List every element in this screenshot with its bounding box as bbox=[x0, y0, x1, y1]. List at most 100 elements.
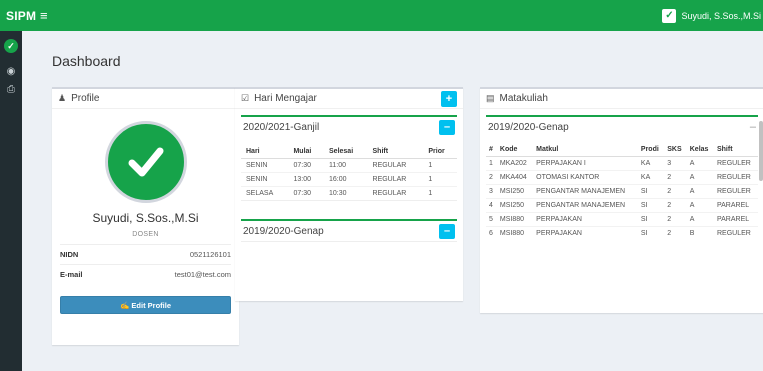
cell: 4 bbox=[486, 198, 497, 213]
cell: SI bbox=[637, 226, 665, 240]
col-header: Shift bbox=[367, 145, 424, 159]
edit-profile-button[interactable]: ✍ Edit Profile bbox=[60, 296, 231, 314]
table-row: 1 MKA202 PERPAJAKAN I KA 3 A REGULER bbox=[486, 156, 758, 171]
hari-box-title: Hari Mengajar bbox=[254, 93, 317, 104]
cell: 3 bbox=[486, 184, 497, 199]
print-icon[interactable]: ⎙ bbox=[0, 81, 22, 99]
col-header: Kode bbox=[496, 143, 534, 157]
cell: 2 bbox=[664, 184, 687, 199]
cell: REGULER bbox=[713, 184, 758, 199]
cell: 2 bbox=[664, 198, 687, 213]
cell: 10:30 bbox=[324, 186, 368, 200]
user-name: Suyudi, S.Sos.,M.Si bbox=[681, 10, 761, 21]
collapse-button[interactable]: – bbox=[439, 119, 455, 135]
cell: REGULAR bbox=[367, 172, 424, 187]
cell: SENIN bbox=[241, 172, 289, 187]
user-check-icon: ✓ bbox=[662, 8, 677, 23]
avatar bbox=[104, 121, 187, 203]
cell: SI bbox=[637, 212, 665, 227]
profile-box-title: Profile bbox=[71, 93, 100, 104]
cell: A bbox=[686, 170, 714, 185]
cell: B bbox=[686, 226, 714, 240]
user-icon: ♟ bbox=[58, 93, 67, 103]
cell: MKA202 bbox=[496, 156, 534, 171]
add-schedule-button[interactable]: + bbox=[441, 90, 457, 107]
collapse-button[interactable]: – bbox=[750, 121, 756, 133]
cell: SI bbox=[637, 198, 665, 213]
cell: MKA404 bbox=[496, 170, 534, 185]
profile-box-header: ♟ Profile bbox=[52, 89, 239, 109]
col-header: Hari bbox=[241, 145, 289, 159]
table-row: SENIN 13:00 16:00 REGULAR 1 bbox=[241, 172, 457, 187]
nidn-row: NIDN 0521126101 bbox=[60, 244, 231, 264]
hari-mengajar-box: ☑ Hari Mengajar + 2020/2021-Ganjil – Har… bbox=[235, 87, 463, 301]
page-title: Dashboard bbox=[52, 53, 121, 69]
col-header: Prodi bbox=[637, 143, 665, 157]
hari-box-header: ☑ Hari Mengajar + bbox=[235, 89, 463, 109]
schedule-table: Hari Mulai Selesai Shift Prior SENIN 07:… bbox=[241, 145, 457, 200]
matakuliah-box: ▤ Matakuliah 2019/2020-Genap – # Kode Ma… bbox=[480, 87, 763, 313]
collapse-button[interactable]: – bbox=[439, 223, 455, 239]
cell: 16:00 bbox=[324, 172, 368, 187]
col-header: Kelas bbox=[686, 143, 714, 157]
cell: 1 bbox=[486, 156, 497, 171]
cell: PERPAJAKAN bbox=[533, 212, 638, 227]
menu-toggle-icon[interactable]: ≡ bbox=[40, 8, 48, 23]
brand-logo[interactable]: SIPM bbox=[0, 9, 36, 23]
cell: 13:00 bbox=[288, 172, 325, 187]
user-menu[interactable]: ✓ Suyudi, S.Sos.,M.Si bbox=[662, 0, 763, 31]
top-navbar: SIPM ≡ ✓ Suyudi, S.Sos.,M.Si bbox=[0, 0, 763, 31]
table-row: SENIN 07:30 11:00 REGULAR 1 bbox=[241, 158, 457, 173]
col-header: Mulai bbox=[288, 145, 325, 159]
cell: 1 bbox=[423, 158, 457, 173]
cell: PARAREL bbox=[713, 212, 758, 227]
table-row: 3 MSI250 PENGANTAR MANAJEMEN SI 2 A REGU… bbox=[486, 184, 758, 199]
dashboard-icon[interactable]: ◉ bbox=[0, 63, 22, 81]
cell: SI bbox=[637, 184, 665, 199]
cell: REGULER bbox=[713, 156, 758, 171]
main-content: Dashboard ♟ Profile Suyudi, S.Sos.,M.Si … bbox=[22, 31, 763, 371]
cell: 11:00 bbox=[324, 158, 368, 173]
cell: A bbox=[686, 184, 714, 199]
cell: KA bbox=[637, 156, 665, 171]
table-row: 4 MSI250 PENGANTAR MANAJEMEN SI 2 A PARA… bbox=[486, 198, 758, 213]
check-icon: ✓ bbox=[4, 39, 18, 53]
sidebar: ✓ ◉ ⎙ bbox=[0, 31, 22, 371]
cell: SENIN bbox=[241, 158, 289, 173]
cell: 2 bbox=[664, 212, 687, 227]
scrollbar[interactable] bbox=[759, 121, 763, 181]
matakuliah-table: # Kode Matkul Prodi SKS Kelas Shift 1 MK… bbox=[486, 143, 758, 240]
col-header: SKS bbox=[664, 143, 687, 157]
mk-box-title: Matakuliah bbox=[499, 93, 548, 104]
cell: 2 bbox=[664, 170, 687, 185]
cell: PARAREL bbox=[713, 198, 758, 213]
col-header: Selesai bbox=[324, 145, 368, 159]
cell: 5 bbox=[486, 212, 497, 227]
col-header: Matkul bbox=[533, 143, 638, 157]
cell: 1 bbox=[423, 172, 457, 187]
profile-name: Suyudi, S.Sos.,M.Si bbox=[92, 211, 199, 225]
table-row: SELASA 07:30 10:30 REGULAR 1 bbox=[241, 186, 457, 200]
cell: MSI250 bbox=[496, 198, 534, 213]
cell: A bbox=[686, 156, 714, 171]
email-label: E-mail bbox=[60, 270, 83, 279]
table-row: 6 MSI880 PERPAJAKAN SI 2 B REGULER bbox=[486, 226, 758, 240]
table-row: 2 MKA404 OTOMASI KANTOR KA 2 A REGULER bbox=[486, 170, 758, 185]
cell: REGULER bbox=[713, 226, 758, 240]
cell: MSI880 bbox=[496, 226, 534, 240]
cell: MSI880 bbox=[496, 212, 534, 227]
cell: KA bbox=[637, 170, 665, 185]
cell: REGULER bbox=[713, 170, 758, 185]
profile-role: DOSEN bbox=[132, 231, 159, 238]
list-icon: ▤ bbox=[486, 93, 495, 103]
col-header: Shift bbox=[713, 143, 758, 157]
cell: MSI250 bbox=[496, 184, 534, 199]
cell: 07:30 bbox=[288, 186, 325, 200]
period-box-2: 2019/2020-Genap – bbox=[241, 219, 457, 242]
cell: REGULAR bbox=[367, 186, 424, 200]
period-title: 2020/2021-Ganjil bbox=[243, 121, 320, 133]
cell: 2 bbox=[486, 170, 497, 185]
calendar-icon: ☑ bbox=[241, 93, 250, 103]
col-header: # bbox=[486, 143, 497, 157]
mk-box-header: ▤ Matakuliah bbox=[480, 89, 763, 109]
